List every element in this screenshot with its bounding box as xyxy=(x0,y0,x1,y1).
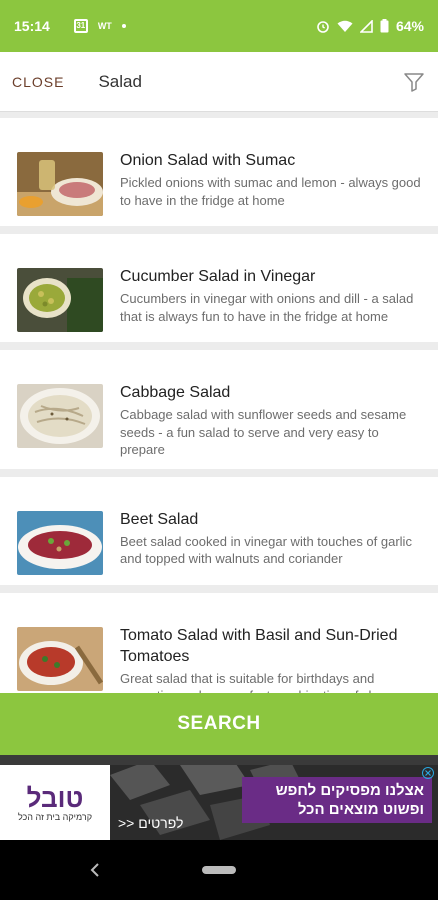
ad-close-icon[interactable] xyxy=(422,767,434,779)
recipe-thumbnail xyxy=(17,626,103,691)
search-header: CLOSE Salad xyxy=(0,52,438,112)
recipe-description: Beet salad cooked in vinegar with touche… xyxy=(120,533,412,567)
search-query-text[interactable]: Salad xyxy=(98,72,141,92)
recipe-description: Pickled onions with sumac and lemon - al… xyxy=(120,175,421,208)
ad-logo-subtitle: קרמיקה בית זה הכל xyxy=(17,811,93,822)
recipe-thumbnail xyxy=(17,152,103,216)
ad-logo: טובל קרמיקה בית זה הכל xyxy=(0,765,110,840)
recipe-description: Great salad that is suitable for birthda… xyxy=(120,670,398,694)
alarm-icon xyxy=(317,21,329,33)
system-nav-bar xyxy=(0,840,438,900)
filter-icon[interactable] xyxy=(402,70,426,94)
recipe-thumbnail xyxy=(17,268,103,332)
ad-logo-word: טובל xyxy=(26,782,84,813)
recipe-title: Beet Salad xyxy=(120,510,199,528)
recipe-thumbnail xyxy=(17,510,103,575)
home-pill-icon[interactable] xyxy=(202,866,236,874)
battery-percent: 64% xyxy=(395,18,424,34)
notification-dot-icon xyxy=(121,24,126,28)
recipe-card[interactable]: Cabbage Salad Cabbage salad with sunflow… xyxy=(0,350,438,469)
recipe-card[interactable]: Onion Salad with Sumac Pickled onions wi… xyxy=(0,118,438,226)
search-button[interactable]: SEARCH xyxy=(0,693,438,755)
back-icon[interactable] xyxy=(90,863,100,877)
status-time: 15:14 xyxy=(14,18,50,34)
ad-separator xyxy=(0,755,438,765)
recipe-title: Onion Salad with Sumac xyxy=(120,152,296,169)
recipe-description: Cabbage salad with sunflower seeds and s… xyxy=(120,407,407,457)
ad-cta-link[interactable]: לפרטים << xyxy=(118,815,183,831)
calendar-icon: 31 xyxy=(73,19,88,33)
battery-icon xyxy=(380,19,389,33)
ad-banner[interactable]: טובל קרמיקה בית זה הכל אצלנו מפסיקים לחפ… xyxy=(0,765,438,840)
recipe-card[interactable]: Cucumber Salad in Vinegar Cucumbers in v… xyxy=(0,234,438,342)
recipe-description: Cucumbers in vinegar with onions and dil… xyxy=(120,291,414,324)
recipe-card[interactable]: Beet Salad Beet salad cooked in vinegar … xyxy=(0,476,438,585)
signal-icon xyxy=(359,19,373,33)
recipe-title: Cucumber Salad in Vinegar xyxy=(120,268,316,285)
recipe-list[interactable]: Onion Salad with Sumac Pickled onions wi… xyxy=(0,118,438,693)
wifi-icon xyxy=(337,20,353,32)
status-bar: 15:14 31 WT 64% xyxy=(0,0,438,52)
recipe-title: Cabbage Salad xyxy=(120,384,231,401)
recipe-title: Tomato Salad with Basil and Sun-Dried To… xyxy=(120,626,398,665)
wt-icon: WT xyxy=(97,21,112,31)
recipe-thumbnail xyxy=(17,384,103,448)
ad-headline: אצלנו מפסיקים לחפש ופשוט מוצאים הכל xyxy=(242,777,432,823)
close-button[interactable]: CLOSE xyxy=(12,74,64,90)
recipe-card[interactable]: Tomato Salad with Basil and Sun-Dried To… xyxy=(0,592,438,694)
